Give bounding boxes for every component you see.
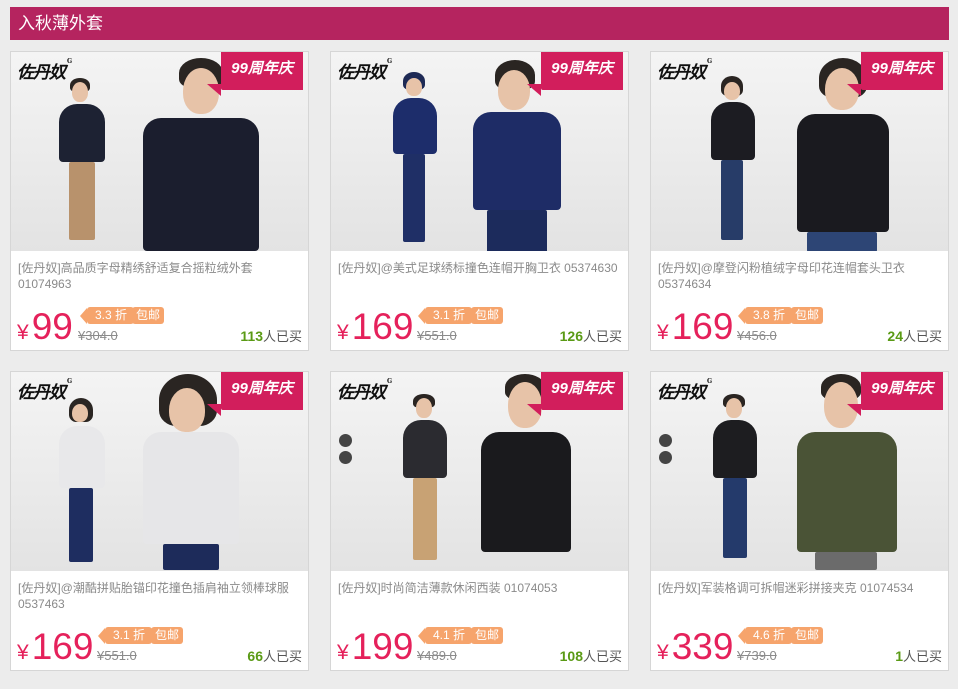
sold-count: 113人已买 <box>240 328 302 344</box>
brand-logo: 佐丹奴G <box>17 58 72 83</box>
color-swatches[interactable] <box>659 434 672 468</box>
price: ¥199 <box>337 626 414 667</box>
sold-count: 1人已买 <box>895 648 942 664</box>
free-shipping-tag: 包邮 <box>471 627 504 644</box>
product-card[interactable]: 佐丹奴G 99周年庆 [佐丹奴]高品质字母精绣舒适复合摇粒绒外套 0107496… <box>10 51 309 351</box>
product-card[interactable]: 佐丹奴G 99周年庆 [佐丹奴]@美式足球绣标撞色连帽开胸卫衣 05374630… <box>330 51 629 351</box>
product-title[interactable]: [佐丹奴]@美式足球绣标撞色连帽开胸卫衣 05374630 <box>338 260 623 276</box>
product-title[interactable]: [佐丹奴]高品质字母精绣舒适复合摇粒绒外套 01074963 <box>18 260 303 292</box>
product-title[interactable]: [佐丹奴]@摩登闪粉植绒字母印花连帽套头卫衣 05374634 <box>658 260 943 292</box>
original-price: ¥304.0 <box>78 328 118 343</box>
swatch-dot[interactable] <box>339 451 352 464</box>
original-price: ¥551.0 <box>97 648 137 663</box>
product-image[interactable]: 佐丹奴G 99周年庆 <box>651 52 948 251</box>
product-title[interactable]: [佐丹奴]时尚简洁薄款休闲西装 01074053 <box>338 580 623 596</box>
product-image[interactable]: 佐丹奴G 99周年庆 <box>11 372 308 571</box>
product-title[interactable]: [佐丹奴]军装格调可拆帽迷彩拼接夹克 01074534 <box>658 580 943 596</box>
price: ¥169 <box>17 626 94 667</box>
discount-tag: 3.3 折 <box>79 307 135 324</box>
free-shipping-tag: 包邮 <box>791 627 824 644</box>
product-card[interactable]: 佐丹奴G 99周年庆 [佐丹奴]时尚简洁薄款休闲西装 01074053 ¥199… <box>330 371 629 671</box>
brand-logo: 佐丹奴G <box>17 378 72 403</box>
anniversary-badge: 99周年庆 <box>207 372 303 416</box>
product-image[interactable]: 佐丹奴G 99周年庆 <box>11 52 308 251</box>
anniversary-badge: 99周年庆 <box>847 52 943 96</box>
brand-logo: 佐丹奴G <box>337 58 392 83</box>
discount-tag: 4.1 折 <box>417 627 473 644</box>
anniversary-badge: 99周年庆 <box>527 372 623 416</box>
product-image[interactable]: 佐丹奴G 99周年庆 <box>331 52 628 251</box>
anniversary-badge: 99周年庆 <box>527 52 623 96</box>
free-shipping-tag: 包邮 <box>151 627 184 644</box>
sold-count: 24人已买 <box>887 328 942 344</box>
product-title[interactable]: [佐丹奴]@潮酷拼贴胎锚印花撞色插肩袖立领棒球服 0537463 <box>18 580 303 612</box>
discount-tag: 4.6 折 <box>737 627 793 644</box>
discount-tag: 3.1 折 <box>417 307 473 324</box>
swatch-dot[interactable] <box>339 434 352 447</box>
free-shipping-tag: 包邮 <box>471 307 504 324</box>
product-image[interactable]: 佐丹奴G 99周年庆 <box>331 372 628 571</box>
product-card[interactable]: 佐丹奴G 99周年庆 [佐丹奴]@潮酷拼贴胎锚印花撞色插肩袖立领棒球服 0537… <box>10 371 309 671</box>
swatch-dot[interactable] <box>659 451 672 464</box>
original-price: ¥489.0 <box>417 648 457 663</box>
free-shipping-tag: 包邮 <box>791 307 824 324</box>
brand-logo: 佐丹奴G <box>657 58 712 83</box>
anniversary-badge: 99周年庆 <box>847 372 943 416</box>
price: ¥339 <box>657 626 734 667</box>
price: ¥169 <box>337 306 414 347</box>
section-title: 入秋薄外套 <box>10 7 949 40</box>
anniversary-badge: 99周年庆 <box>207 52 303 96</box>
price: ¥169 <box>657 306 734 347</box>
original-price: ¥456.0 <box>737 328 777 343</box>
brand-logo: 佐丹奴G <box>337 378 392 403</box>
original-price: ¥739.0 <box>737 648 777 663</box>
free-shipping-tag: 包邮 <box>132 307 165 324</box>
product-card[interactable]: 佐丹奴G 99周年庆 [佐丹奴]@摩登闪粉植绒字母印花连帽套头卫衣 053746… <box>650 51 949 351</box>
sold-count: 108人已买 <box>559 648 622 664</box>
swatch-dot[interactable] <box>659 434 672 447</box>
product-image[interactable]: 佐丹奴G 99周年庆 <box>651 372 948 571</box>
discount-tag: 3.8 折 <box>737 307 793 324</box>
sold-count: 66人已买 <box>247 648 302 664</box>
original-price: ¥551.0 <box>417 328 457 343</box>
product-card[interactable]: 佐丹奴G 99周年庆 [佐丹奴]军装格调可拆帽迷彩拼接夹克 01074534 ¥… <box>650 371 949 671</box>
color-swatches[interactable] <box>339 434 352 468</box>
sold-count: 126人已买 <box>559 328 622 344</box>
price: ¥99 <box>17 306 73 347</box>
discount-tag: 3.1 折 <box>97 627 153 644</box>
brand-logo: 佐丹奴G <box>657 378 712 403</box>
